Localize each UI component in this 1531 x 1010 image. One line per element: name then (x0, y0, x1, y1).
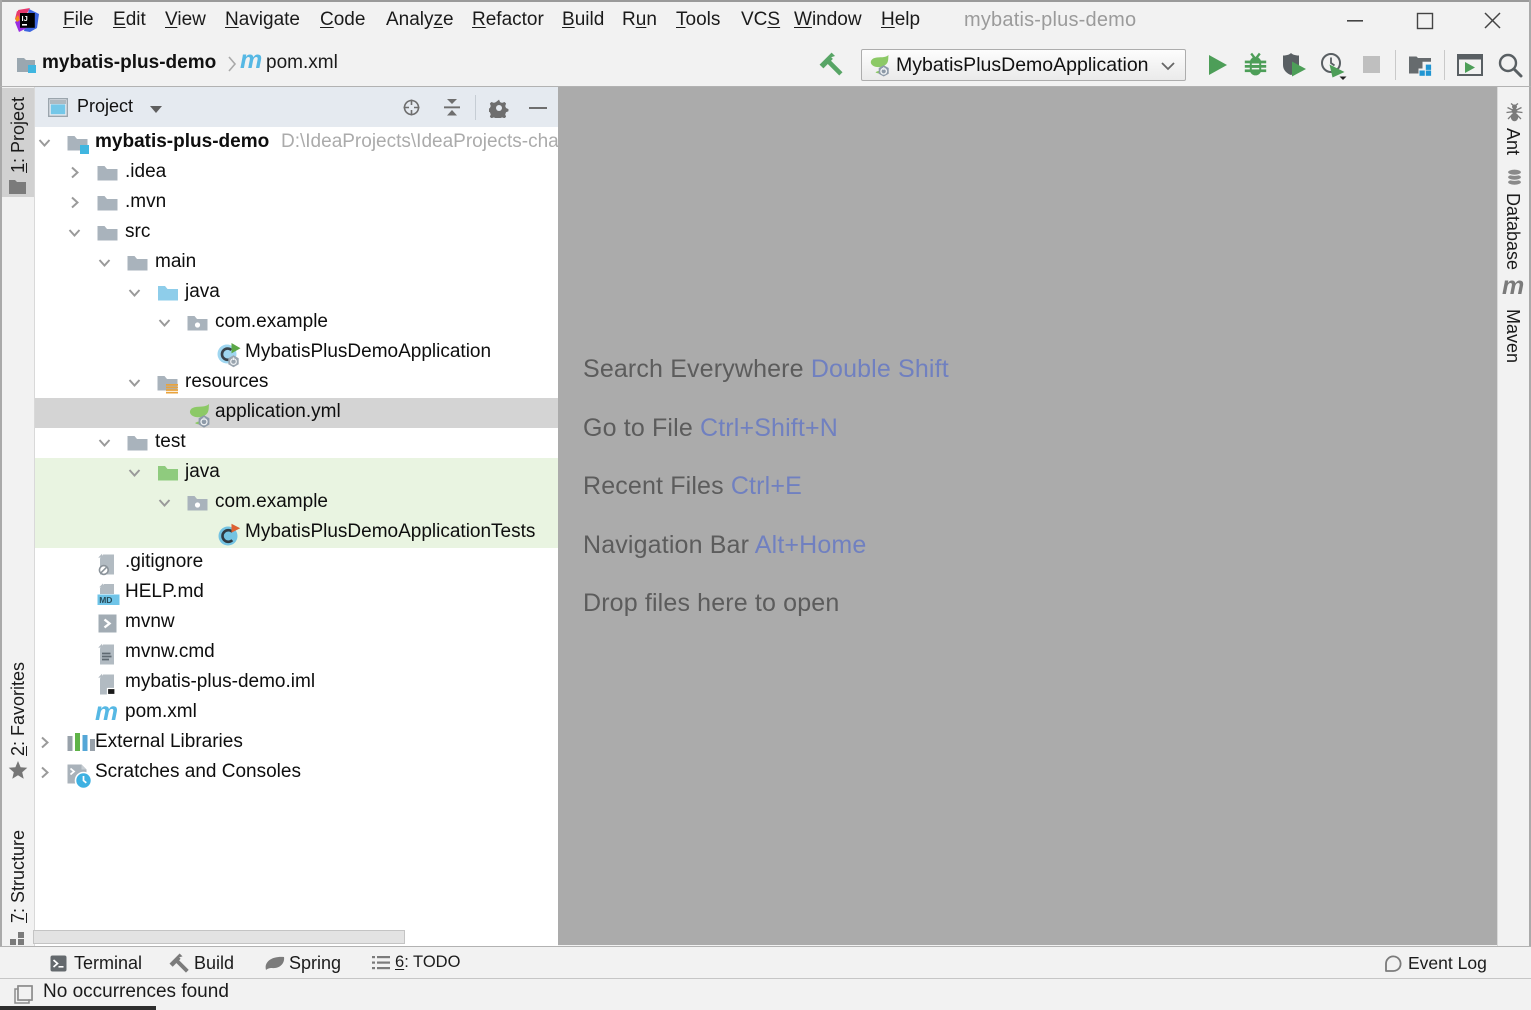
svg-text:MD: MD (99, 595, 112, 605)
svg-text:IJ: IJ (22, 14, 28, 23)
